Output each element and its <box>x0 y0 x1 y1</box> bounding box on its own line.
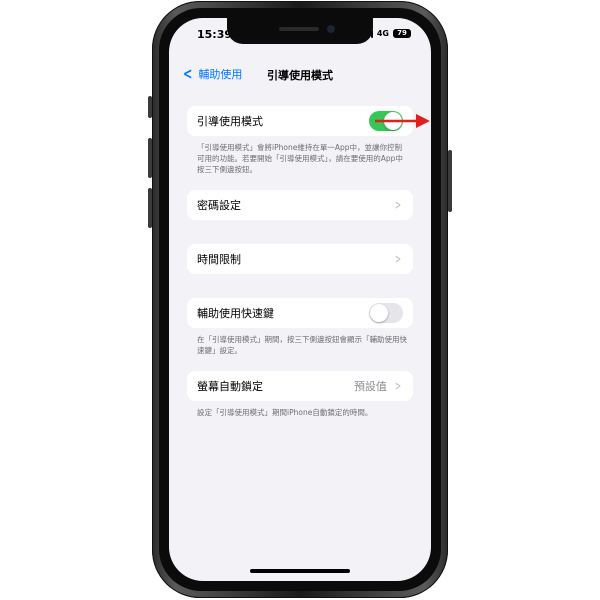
toggle-knob <box>370 304 388 322</box>
guided-access-footnote: 「引導使用模式」會將iPhone維持在單一App中，並讓你控制可用的功能。若要開… <box>197 143 403 174</box>
passcode-settings-label: 密碼設定 <box>197 199 241 212</box>
accessibility-shortcut-label: 輔助使用快速鍵 <box>197 307 274 320</box>
time-limits-row[interactable]: 時間限制 > <box>187 244 413 274</box>
front-camera-icon <box>327 25 335 33</box>
home-indicator[interactable] <box>250 569 350 573</box>
auto-lock-accessory: 預設值 > <box>354 378 403 394</box>
guided-access-toggle[interactable] <box>369 111 403 131</box>
phone-frame: 15:39 4G 79 < 輔助使用 引導使用模式 引導使用模式 「引導使用模式… <box>152 1 448 598</box>
auto-lock-row[interactable]: 螢幕自動鎖定 預設值 > <box>187 371 413 401</box>
chevron-right-icon: > <box>394 198 401 212</box>
time-limits-accessory: > <box>393 252 403 266</box>
auto-lock-footnote: 設定「引導使用模式」期間iPhone自動鎖定的時間。 <box>197 408 373 417</box>
page-title: 引導使用模式 <box>267 69 333 82</box>
time-limits-label: 時間限制 <box>197 253 241 266</box>
chevron-right-icon: > <box>394 252 401 266</box>
notch <box>227 18 373 44</box>
accessibility-shortcut-toggle[interactable] <box>369 303 403 323</box>
toggle-knob <box>384 112 402 130</box>
guided-access-label: 引導使用模式 <box>197 115 263 128</box>
auto-lock-label: 螢幕自動鎖定 <box>197 380 263 393</box>
accessibility-shortcut-row: 輔助使用快速鍵 <box>187 298 413 328</box>
guided-access-row: 引導使用模式 <box>187 106 430 136</box>
network-type: 4G <box>376 29 389 38</box>
accessibility-shortcut-footnote: 在「引導使用模式」期間，按三下側邊按鈕會顯示「輔助使用快速鍵」設定。 <box>197 335 407 355</box>
auto-lock-value: 預設值 <box>353 380 387 393</box>
passcode-settings-row[interactable]: 密碼設定 > <box>187 190 413 220</box>
phone-screen: 15:39 4G 79 < 輔助使用 引導使用模式 引導使用模式 「引導使用模式… <box>169 18 431 581</box>
navigation-bar: < 輔助使用 引導使用模式 <box>169 62 431 86</box>
chevron-right-icon: > <box>394 379 401 393</box>
passcode-settings-accessory: > <box>393 198 403 212</box>
stage: 15:39 4G 79 < 輔助使用 引導使用模式 引導使用模式 「引導使用模式… <box>0 0 600 600</box>
side-button <box>448 150 452 212</box>
battery-icon: 79 <box>393 29 411 38</box>
speaker-grille <box>279 27 319 31</box>
phone-bezel: 15:39 4G 79 < 輔助使用 引導使用模式 引導使用模式 「引導使用模式… <box>159 8 441 591</box>
